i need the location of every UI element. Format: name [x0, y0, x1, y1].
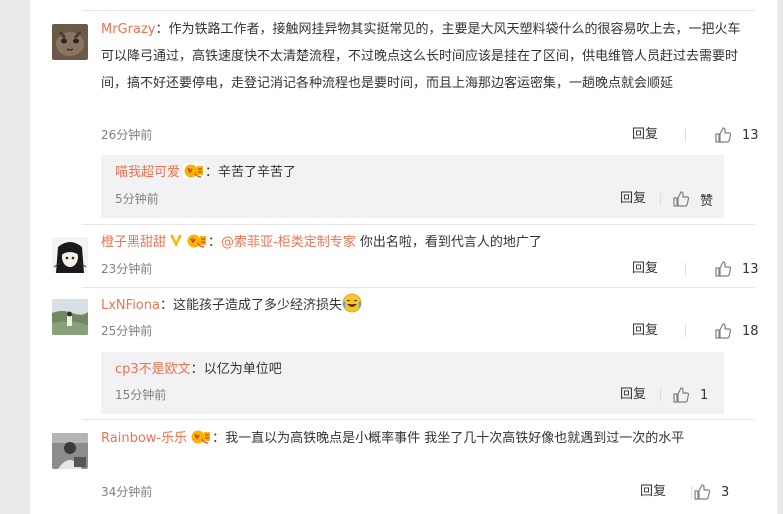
anime-girl-avatar-icon[interactable] [52, 237, 88, 273]
like-button[interactable]: 3 [693, 482, 729, 502]
person-photo-avatar-icon[interactable] [52, 433, 88, 469]
verified-v-icon[interactable] [169, 233, 183, 249]
comment-time: 15分钟前 [115, 388, 167, 402]
meta-separator [691, 486, 692, 498]
like-count: 18 [742, 323, 759, 339]
thumbs-up-icon [714, 126, 732, 144]
comment-divider [82, 224, 755, 225]
comment-body: MrGrazy：作为铁路工作者，接触网挂异物其实挺常见的，主要是大风天塑料袋什么… [101, 16, 741, 97]
comment-meta: 15分钟前 回复 1 [115, 385, 710, 405]
comment-username[interactable]: MrGrazy [101, 22, 155, 37]
sub-reply: cp3不是欧文：以亿为单位吧 15分钟前 回复 1 [101, 352, 724, 414]
like-count: 1 [700, 387, 709, 403]
like-count: 13 [742, 261, 759, 277]
like-count: 3 [721, 484, 730, 500]
reply-button[interactable]: 回复 [632, 321, 658, 341]
comment-time: 5分钟前 [115, 192, 159, 206]
comment-text: 辛苦了辛苦了 [218, 165, 297, 180]
comment-time: 25分钟前 [101, 324, 153, 338]
reply-button[interactable]: 回复 [632, 125, 658, 145]
comment-text: 我一直以为高铁晚点是小概率事件 我坐了几十次高铁好像也就遇到过一次的水平 [225, 431, 685, 446]
comment-body: LxNFiona：这能孩子造成了多少经济损失 [101, 292, 741, 319]
comment-colon: ： [190, 362, 204, 377]
comment-meta: 5分钟前 回复 赞 [115, 189, 713, 209]
thumbs-up-icon [672, 386, 690, 404]
member-badge-icon[interactable] [190, 429, 212, 445]
comment-meta: 23分钟前 回复 13 [101, 259, 759, 279]
like-button[interactable]: 13 [714, 125, 759, 145]
comment-text: 以亿为单位吧 [203, 362, 282, 377]
sub-reply-body: cp3不是欧文：以亿为单位吧 [115, 359, 282, 381]
sub-reply-body: 喵我超可爱 ：辛苦了辛苦了 [115, 162, 296, 184]
like-button[interactable]: 1 [672, 385, 708, 405]
crying-laughing-emoji-icon [342, 293, 362, 313]
comment-username[interactable]: 喵我超可爱 [115, 165, 180, 180]
comment-colon: ： [212, 431, 226, 446]
thumbs-up-icon [693, 483, 711, 501]
comment-time: 34分钟前 [101, 485, 153, 499]
comment-time: 26分钟前 [101, 128, 153, 142]
meta-separator [660, 389, 661, 401]
comment-colon: ： [155, 22, 169, 37]
meta-separator [685, 263, 686, 275]
comment-username[interactable]: LxNFiona [101, 298, 160, 313]
meta-separator [660, 193, 661, 205]
comment-panel: MrGrazy：作为铁路工作者，接触网挂异物其实挺常见的，主要是大风天塑料袋什么… [30, 0, 777, 514]
thumbs-up-icon [714, 322, 732, 340]
comment-username[interactable]: Rainbow-乐乐 [101, 431, 187, 446]
cat-avatar-icon[interactable] [52, 24, 88, 60]
like-button[interactable]: 赞 [672, 189, 713, 209]
outdoor-photo-avatar-icon[interactable] [52, 299, 88, 335]
comment-colon: ： [159, 298, 173, 313]
thumbs-up-icon [714, 260, 732, 278]
member-badge-icon[interactable] [183, 163, 205, 179]
comment-divider [82, 419, 755, 420]
comment-username[interactable]: cp3不是欧文 [115, 362, 191, 377]
like-button[interactable]: 18 [714, 321, 759, 341]
comment-meta: 26分钟前 回复 13 [101, 125, 759, 145]
comment-colon: ： [205, 165, 219, 180]
reply-button[interactable]: 回复 [632, 259, 658, 279]
comment-body: Rainbow-乐乐 ：我一直以为高铁晚点是小概率事件 我坐了几十次高铁好像也就遇… [101, 425, 741, 452]
comment-body: 橙子黑甜甜 ：@索菲亚-柜类定制专家 你出名啦，看到代言人的地广了 [101, 229, 741, 256]
reply-button[interactable]: 回复 [640, 482, 666, 502]
member-badge-icon[interactable] [186, 233, 208, 249]
comment-username[interactable]: 橙子黑甜甜 [101, 235, 166, 250]
thumbs-up-icon [672, 190, 690, 208]
comment-text: 你出名啦，看到代言人的地广了 [355, 235, 542, 250]
like-button[interactable]: 13 [714, 259, 759, 279]
comment-divider [82, 287, 755, 288]
like-label: 赞 [700, 193, 714, 209]
mention-link[interactable]: @索菲亚-柜类定制专家 [221, 235, 356, 250]
meta-separator [685, 325, 686, 337]
reply-button[interactable]: 回复 [620, 385, 646, 405]
comment-text: 这能孩子造成了多少经济损失 [172, 298, 342, 313]
reply-button[interactable]: 回复 [620, 189, 646, 209]
comment-meta: 25分钟前 回复 18 [101, 321, 759, 341]
top-divider [82, 10, 755, 11]
like-count: 13 [742, 127, 759, 143]
comment-text: 作为铁路工作者，接触网挂异物其实挺常见的，主要是大风天塑料袋什么的很容易吹上去，… [101, 22, 741, 91]
comment-colon: ： [208, 235, 222, 250]
sub-reply: 喵我超可爱 ：辛苦了辛苦了 5分钟前 回复 赞 [101, 155, 724, 218]
comment-meta: 34分钟前 回复 3 [101, 482, 755, 502]
comment-time: 23分钟前 [101, 262, 153, 276]
meta-separator [685, 129, 686, 141]
